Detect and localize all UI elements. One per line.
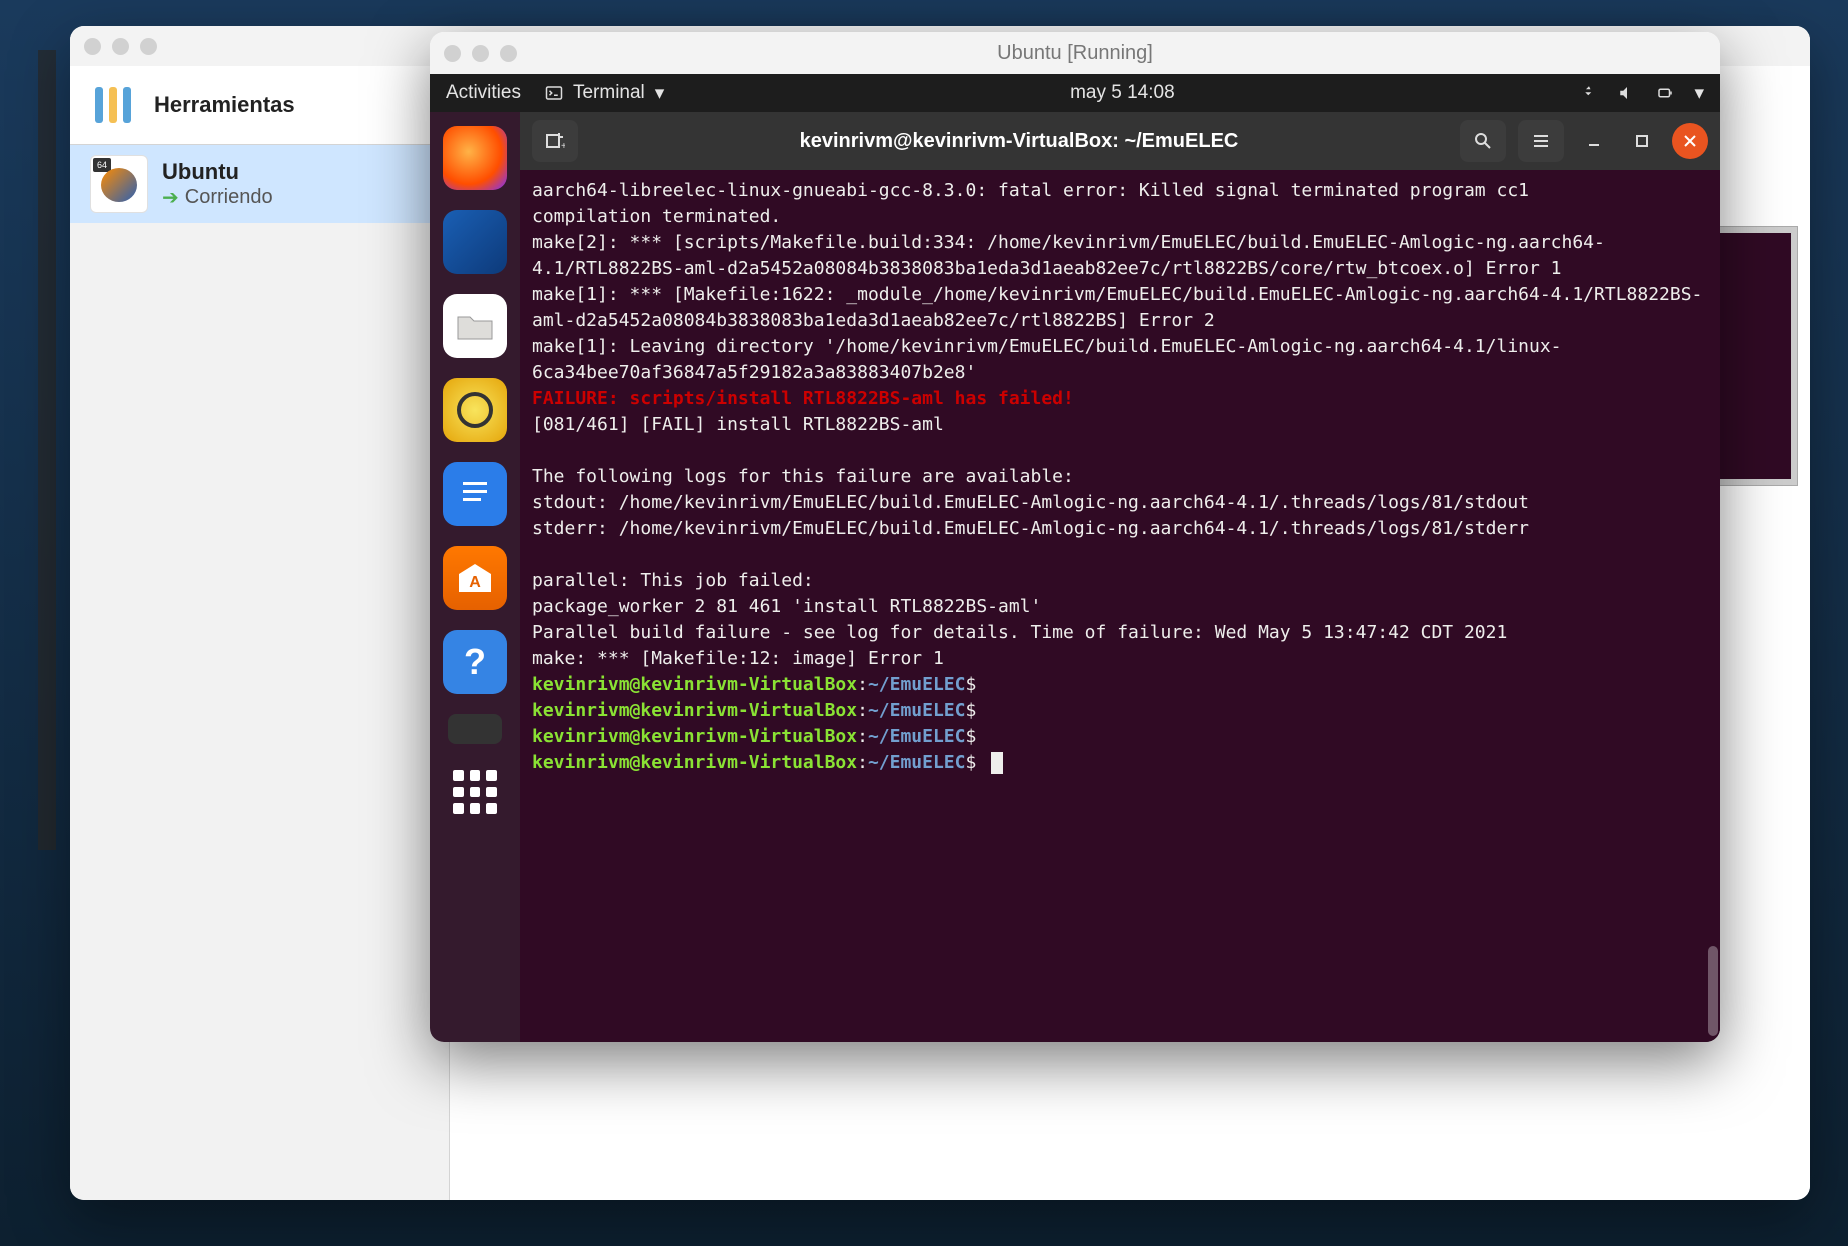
terminal-output-line: make: *** [Makefile:12: image] Error 1 [532,646,1708,672]
gnome-topbar-left: Activities Terminal ▾ [446,82,664,105]
prompt-dollar: $ [966,700,977,721]
prompt-dollar: $ [966,726,977,747]
gnome-topbar: Activities Terminal ▾ may 5 14:08 ▾ [430,74,1720,112]
terminal-output-line: compilation terminated. [532,204,1708,230]
terminal-output-line: parallel: This job failed: [532,568,1708,594]
chevron-down-icon: ▾ [1694,82,1704,105]
terminal-close-button[interactable] [1672,123,1708,159]
vm-status-row: ➔ Corriendo [162,185,273,210]
prompt-path: ~/EmuELEC [868,726,966,747]
terminal-output-line: The following logs for this failure are … [532,464,1708,490]
vm-name: Ubuntu [162,159,273,185]
ubuntu-window-title: Ubuntu [Running] [430,42,1720,65]
running-arrow-icon: ➔ [162,185,179,210]
terminal-new-tab-button[interactable]: + [532,120,578,162]
terminal-headerbar: + kevinrivm@kevinrivm-VirtualBox: ~/EmuE… [520,112,1720,170]
terminal-output-line: stderr: /home/kevinrivm/EmuELEC/build.Em… [532,516,1708,542]
ubuntu-vm-window: Ubuntu [Running] Activities Terminal ▾ m… [430,32,1720,1042]
gnome-datetime[interactable]: may 5 14:08 [664,82,1580,104]
dock-libreoffice-writer-icon[interactable] [443,462,507,526]
network-icon [1580,84,1598,102]
terminal-menu-button[interactable] [1518,120,1564,162]
dock-thunderbird-icon[interactable] [443,210,507,274]
terminal-title: kevinrivm@kevinrivm-VirtualBox: ~/EmuELE… [590,130,1448,153]
activities-button[interactable]: Activities [446,82,521,104]
gnome-active-app[interactable]: Terminal ▾ [545,82,664,105]
prompt-dollar: $ [966,674,977,695]
dock-show-apps-icon[interactable] [447,764,503,820]
prompt-user-host: kevinrivm@kevinrivm-VirtualBox [532,700,857,721]
vm-text-block: Ubuntu ➔ Corriendo [162,159,273,210]
battery-icon [1656,84,1674,102]
svg-text:A: A [469,574,481,591]
gnome-app-name: Terminal [573,82,645,104]
terminal-output-line [532,438,1708,464]
terminal-minimize-button[interactable] [1576,123,1612,159]
ubuntu-swirl-icon [101,168,137,202]
terminal-output-line: Parallel build failure - see log for det… [532,620,1708,646]
terminal-output-line: make[1]: *** [Makefile:1622: _module_/ho… [532,282,1708,334]
terminal-prompt-line: kevinrivm@kevinrivm-VirtualBox:~/EmuELEC… [532,724,1708,750]
terminal-app-icon [545,84,563,102]
prompt-colon: : [857,700,868,721]
terminal-output-line: aarch64-libreelec-linux-gnueabi-gcc-8.3.… [532,178,1708,204]
vbox-tools-label: Herramientas [154,92,295,118]
chevron-down-icon: ▾ [655,82,665,105]
tools-icon [88,80,138,130]
prompt-user-host: kevinrivm@kevinrivm-VirtualBox [532,674,857,695]
terminal-output-line: stdout: /home/kevinrivm/EmuELEC/build.Em… [532,490,1708,516]
vbox-tools-item[interactable]: Herramientas [70,66,449,145]
prompt-user-host: kevinrivm@kevinrivm-VirtualBox [532,726,857,747]
svg-text:+: + [561,141,565,151]
ubuntu-desktop: A ? + kevinrivm@kevinrivm-VirtualBox: ~/… [430,112,1720,1042]
dock-help-icon[interactable]: ? [443,630,507,694]
prompt-user-host: kevinrivm@kevinrivm-VirtualBox [532,752,857,773]
terminal-cursor [991,752,1003,774]
vm-os-icon: 64 [90,155,148,213]
terminal-prompt-line: kevinrivm@kevinrivm-VirtualBox:~/EmuELEC… [532,672,1708,698]
terminal-body[interactable]: aarch64-libreelec-linux-gnueabi-gcc-8.3.… [520,170,1720,1042]
vm-preview-content [1709,233,1791,479]
dock-files-icon[interactable] [443,294,507,358]
ubuntu-mac-titlebar: Ubuntu [Running] [430,32,1720,74]
background-dock [38,50,56,850]
prompt-path: ~/EmuELEC [868,674,966,695]
terminal-output-line [532,542,1708,568]
vbox-sidebar: Herramientas 64 Ubuntu ➔ Corriendo [70,66,450,1200]
vm-list-item-ubuntu[interactable]: 64 Ubuntu ➔ Corriendo [70,145,449,223]
terminal-output-line: make[2]: *** [scripts/Makefile.build:334… [532,230,1708,282]
terminal-maximize-button[interactable] [1624,123,1660,159]
terminal-output-line: [081/461] [FAIL] install RTL8822BS-aml [532,412,1708,438]
gnome-terminal-window: + kevinrivm@kevinrivm-VirtualBox: ~/EmuE… [520,112,1720,1042]
ubuntu-dock: A ? [430,112,520,1042]
dock-multitask-icon[interactable] [448,714,502,744]
prompt-colon: : [857,674,868,695]
prompt-colon: : [857,752,868,773]
prompt-path: ~/EmuELEC [868,752,966,773]
vm-status: Corriendo [185,186,273,209]
terminal-search-button[interactable] [1460,120,1506,162]
gnome-topbar-right[interactable]: ▾ [1580,82,1704,105]
dock-ubuntu-software-icon[interactable]: A [443,546,507,610]
terminal-prompt-line: kevinrivm@kevinrivm-VirtualBox:~/EmuELEC… [532,750,1708,776]
terminal-output-line: make[1]: Leaving directory '/home/kevinr… [532,334,1708,386]
terminal-output-line: FAILURE: scripts/install RTL8822BS-aml h… [532,386,1708,412]
prompt-path: ~/EmuELEC [868,700,966,721]
dock-firefox-icon[interactable] [443,126,507,190]
dock-rhythmbox-icon[interactable] [443,378,507,442]
terminal-prompt-line: kevinrivm@kevinrivm-VirtualBox:~/EmuELEC… [532,698,1708,724]
prompt-dollar: $ [966,752,988,773]
terminal-scrollbar[interactable] [1708,946,1718,1036]
prompt-colon: : [857,726,868,747]
terminal-output-line: package_worker 2 81 461 'install RTL8822… [532,594,1708,620]
volume-icon [1618,84,1636,102]
